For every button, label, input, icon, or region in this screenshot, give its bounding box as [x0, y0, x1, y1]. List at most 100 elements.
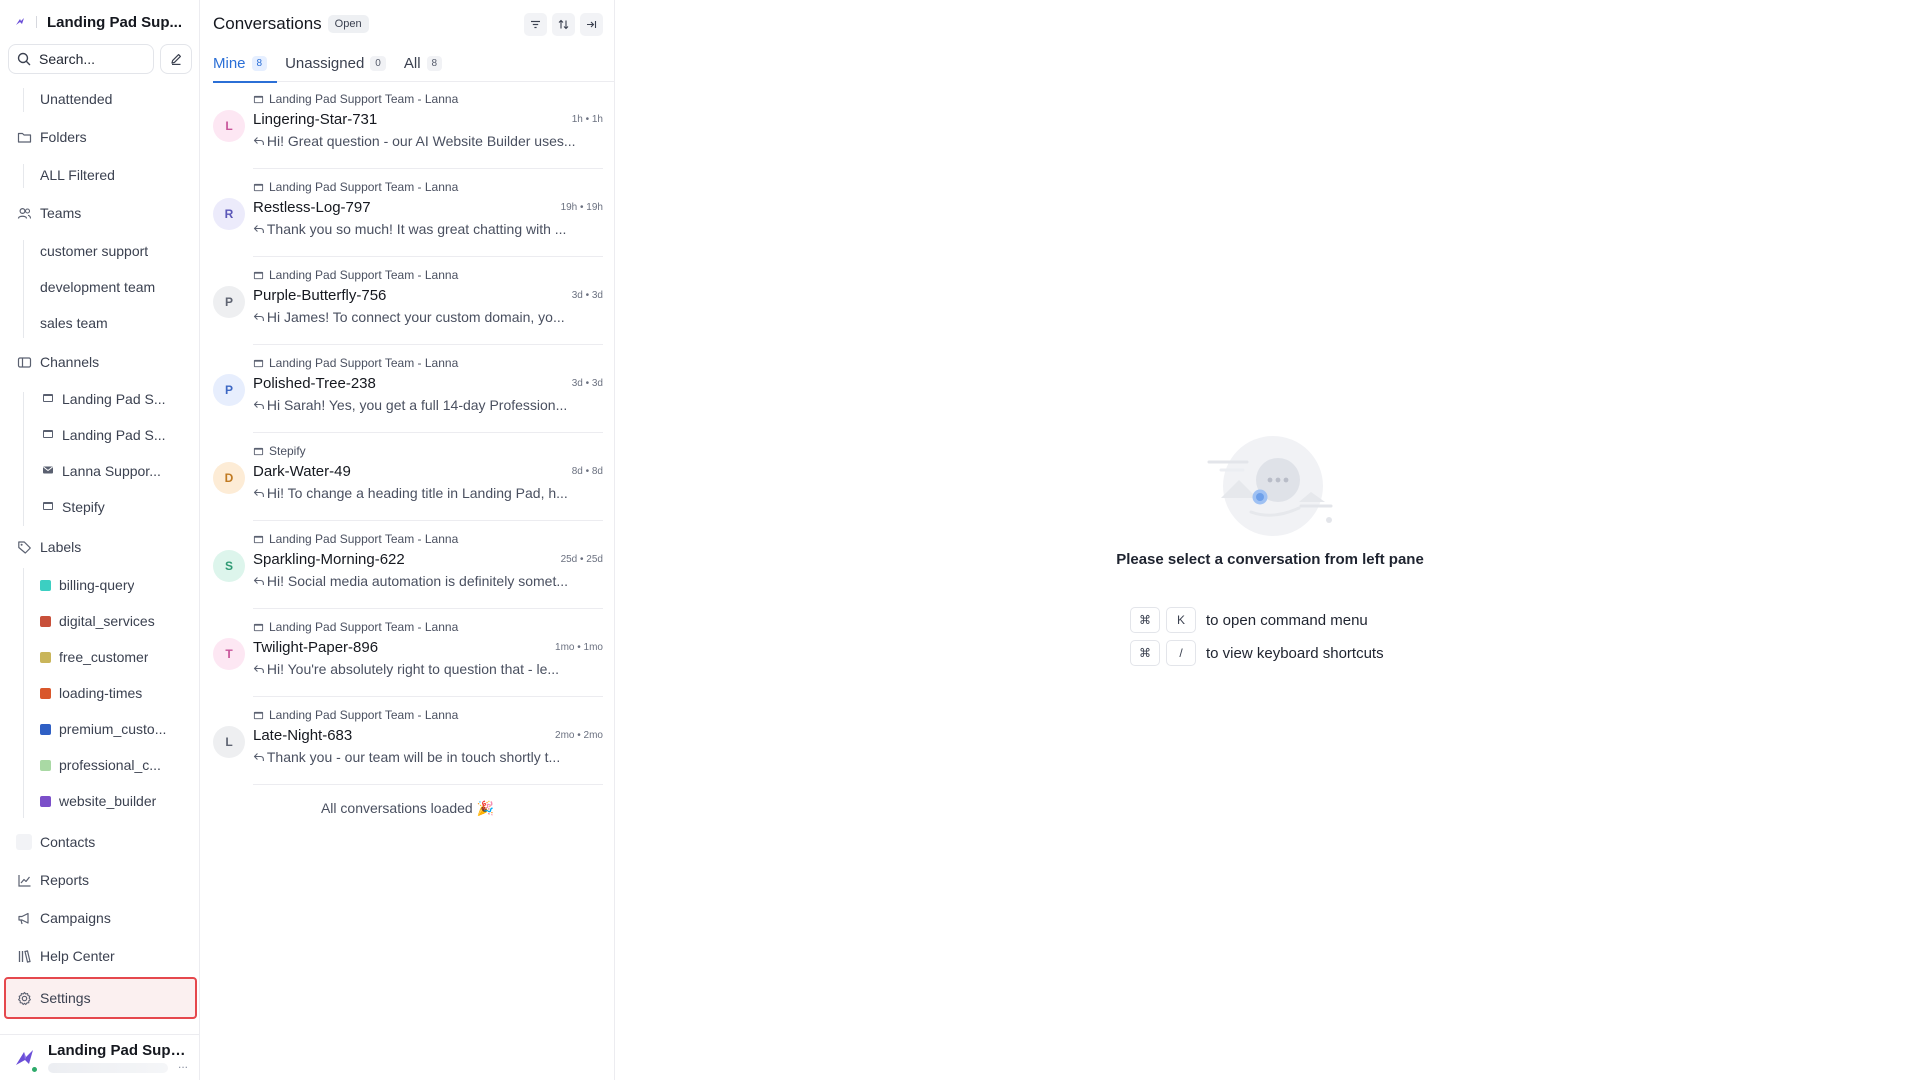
sidebar-channel-item[interactable]: Lanna Suppor... — [42, 457, 190, 485]
tab-unassigned[interactable]: Unassigned 0 — [285, 44, 388, 82]
sidebar-item-settings[interactable]: Settings — [12, 984, 188, 1012]
filter-icon — [531, 20, 540, 28]
conversation-inbox: Landing Pad Support Team - Lanna — [253, 179, 603, 195]
tag-icon — [16, 539, 32, 555]
avatar: T — [213, 638, 245, 670]
conversation-row[interactable]: T Landing Pad Support Team - Lanna Twiligh… — [213, 610, 603, 697]
sidebar-section-teams[interactable]: Teams — [12, 199, 188, 227]
conversation-row[interactable]: R Landing Pad Support Team - Lanna Restles… — [213, 170, 603, 257]
empty-conversation-illustration — [1207, 436, 1333, 536]
last-message-preview: Hi James! To connect your custom domain,… — [266, 309, 565, 325]
sidebar-item-help-center[interactable]: Help Center — [12, 942, 188, 970]
sidebar-label-item[interactable]: professional_c... — [40, 751, 188, 779]
sidebar-channel-item[interactable]: Landing Pad S... — [42, 385, 190, 413]
arrow-to-right-icon — [587, 20, 597, 28]
sidebar-channel-item[interactable]: Stepify — [42, 493, 190, 521]
sidebar-team-item[interactable]: sales team — [40, 309, 188, 337]
empty-state-message: Please select a conversation from left p… — [1116, 551, 1424, 568]
mail-icon — [42, 463, 54, 479]
profile-menu[interactable]: Landing Pad Supp... ... — [0, 1034, 200, 1080]
search-placeholder: Search... — [39, 51, 96, 67]
shortcut-command-menu: ⌘ K to open command menu — [1130, 607, 1368, 633]
users-icon — [16, 205, 32, 221]
website-channel-icon — [253, 535, 264, 543]
website-channel-icon — [42, 391, 54, 407]
brand-switcher[interactable]: Landing Pad Sup... — [0, 0, 200, 44]
tab-all[interactable]: All 8 — [404, 44, 444, 82]
tab-count-badge: 8 — [251, 55, 268, 71]
website-channel-icon — [42, 499, 54, 515]
contact-name: Late-Night-683 — [253, 726, 353, 744]
sidebar-item-campaigns[interactable]: Campaigns — [12, 904, 188, 932]
conversation-row[interactable]: D Stepify Dark-Water-49 8d • 8d Hi! To chang… — [213, 434, 603, 521]
website-channel-icon — [253, 359, 264, 367]
sidebar-label-item[interactable]: billing-query — [40, 571, 188, 599]
avatar: P — [213, 374, 245, 406]
sidebar-folder-item[interactable]: ALL Filtered — [40, 161, 188, 189]
sidebar-label-item[interactable]: free_customer — [40, 643, 188, 671]
sidebar-team-item[interactable]: development team — [40, 273, 188, 301]
conversation-inbox: Landing Pad Support Team - Lanna — [253, 91, 603, 107]
collapse-panel-button[interactable] — [580, 12, 603, 36]
reply-icon — [253, 137, 264, 145]
search-input[interactable]: Search... — [8, 44, 154, 74]
conversation-row[interactable]: S Landing Pad Support Team - Lanna Sparkli… — [213, 522, 603, 609]
conversation-timestamp: 3d • 3d — [571, 377, 603, 389]
label-color-swatch — [40, 759, 51, 771]
tab-mine[interactable]: Mine 8 — [213, 44, 278, 83]
sidebar-team-item[interactable]: customer support — [40, 237, 188, 265]
filter-button[interactable] — [524, 12, 547, 36]
label-color-swatch — [40, 651, 51, 663]
status-filter-badge[interactable]: Open — [327, 15, 369, 33]
website-channel-icon — [253, 623, 264, 631]
last-message-preview: Hi! Social media automation is definitel… — [266, 573, 568, 589]
sort-button[interactable] — [552, 12, 575, 36]
conversation-row[interactable]: L Landing Pad Support Team - Lanna Lingeri… — [213, 82, 603, 169]
reply-icon — [253, 225, 264, 233]
conversation-row[interactable]: P Landing Pad Support Team - Lanna Polishe… — [213, 346, 603, 433]
sidebar-label-item[interactable]: website_builder — [40, 787, 188, 815]
conversation-inbox: Stepify — [253, 443, 603, 459]
sidebar-item-reports[interactable]: Reports — [12, 866, 188, 894]
conversation-detail-empty — [616, 0, 1920, 1080]
conversation-row[interactable]: P Landing Pad Support Team - Lanna Purple-… — [213, 258, 603, 345]
conversation-timestamp: 8d • 8d — [571, 465, 603, 477]
avatar: L — [213, 110, 245, 142]
last-message-preview: Hi! To change a heading title in Landing… — [266, 485, 568, 501]
last-message-preview: Thank you - our team will be in touch sh… — [266, 749, 561, 765]
contact-name: Dark-Water-49 — [253, 462, 351, 480]
avatar: R — [213, 198, 245, 230]
avatar: P — [213, 286, 245, 318]
sidebar-label-item[interactable]: premium_custo... — [40, 715, 188, 743]
conversation-timestamp: 1h • 1h — [571, 113, 603, 125]
sidebar-section-channels[interactable]: Channels — [12, 348, 188, 376]
conversation-timestamp: 19h • 19h — [560, 201, 603, 213]
avatar — [12, 1045, 39, 1074]
sidebar-channel-item[interactable]: Landing Pad S... — [42, 421, 190, 449]
sidebar-label-item[interactable]: digital_services — [40, 607, 188, 635]
command-key-icon: ⌘ — [1130, 607, 1160, 633]
inbox-name: Landing Pad Support Team - Lanna — [269, 92, 459, 106]
contacts-icon — [16, 834, 32, 850]
sidebar-item-contacts[interactable]: Contacts — [12, 828, 188, 856]
conversation-timestamp: 1mo • 1mo — [555, 641, 603, 653]
contact-name: Purple-Butterfly-756 — [253, 286, 387, 304]
label-color-swatch — [40, 723, 51, 735]
last-message-preview: Thank you so much! It was great chatting… — [266, 221, 567, 237]
sidebar-item-unattended[interactable]: Unattended — [40, 85, 188, 113]
last-message-preview: Hi! Great question - our AI Website Buil… — [266, 133, 576, 149]
conversation-timestamp: 3d • 3d — [571, 289, 603, 301]
conversation-row[interactable]: L Landing Pad Support Team - Lanna Late-Ni… — [213, 698, 603, 785]
conversation-list: Conversations Open Mine 8 Unassigned 0 A… — [200, 0, 615, 1080]
label-color-swatch — [40, 795, 51, 807]
inbox-name: Landing Pad Support Team - Lanna — [269, 180, 459, 194]
website-channel-icon — [253, 95, 264, 103]
more-icon[interactable]: ... — [178, 1057, 188, 1071]
compose-button[interactable] — [160, 44, 192, 74]
sidebar-label-item[interactable]: loading-times — [40, 679, 188, 707]
inbox-name: Stepify — [269, 444, 306, 458]
inbox-name: Landing Pad Support Team - Lanna — [269, 708, 459, 722]
sidebar-section-labels[interactable]: Labels — [12, 533, 188, 561]
sidebar-section-folders[interactable]: Folders — [12, 123, 188, 151]
contact-name: Twilight-Paper-896 — [253, 638, 379, 656]
